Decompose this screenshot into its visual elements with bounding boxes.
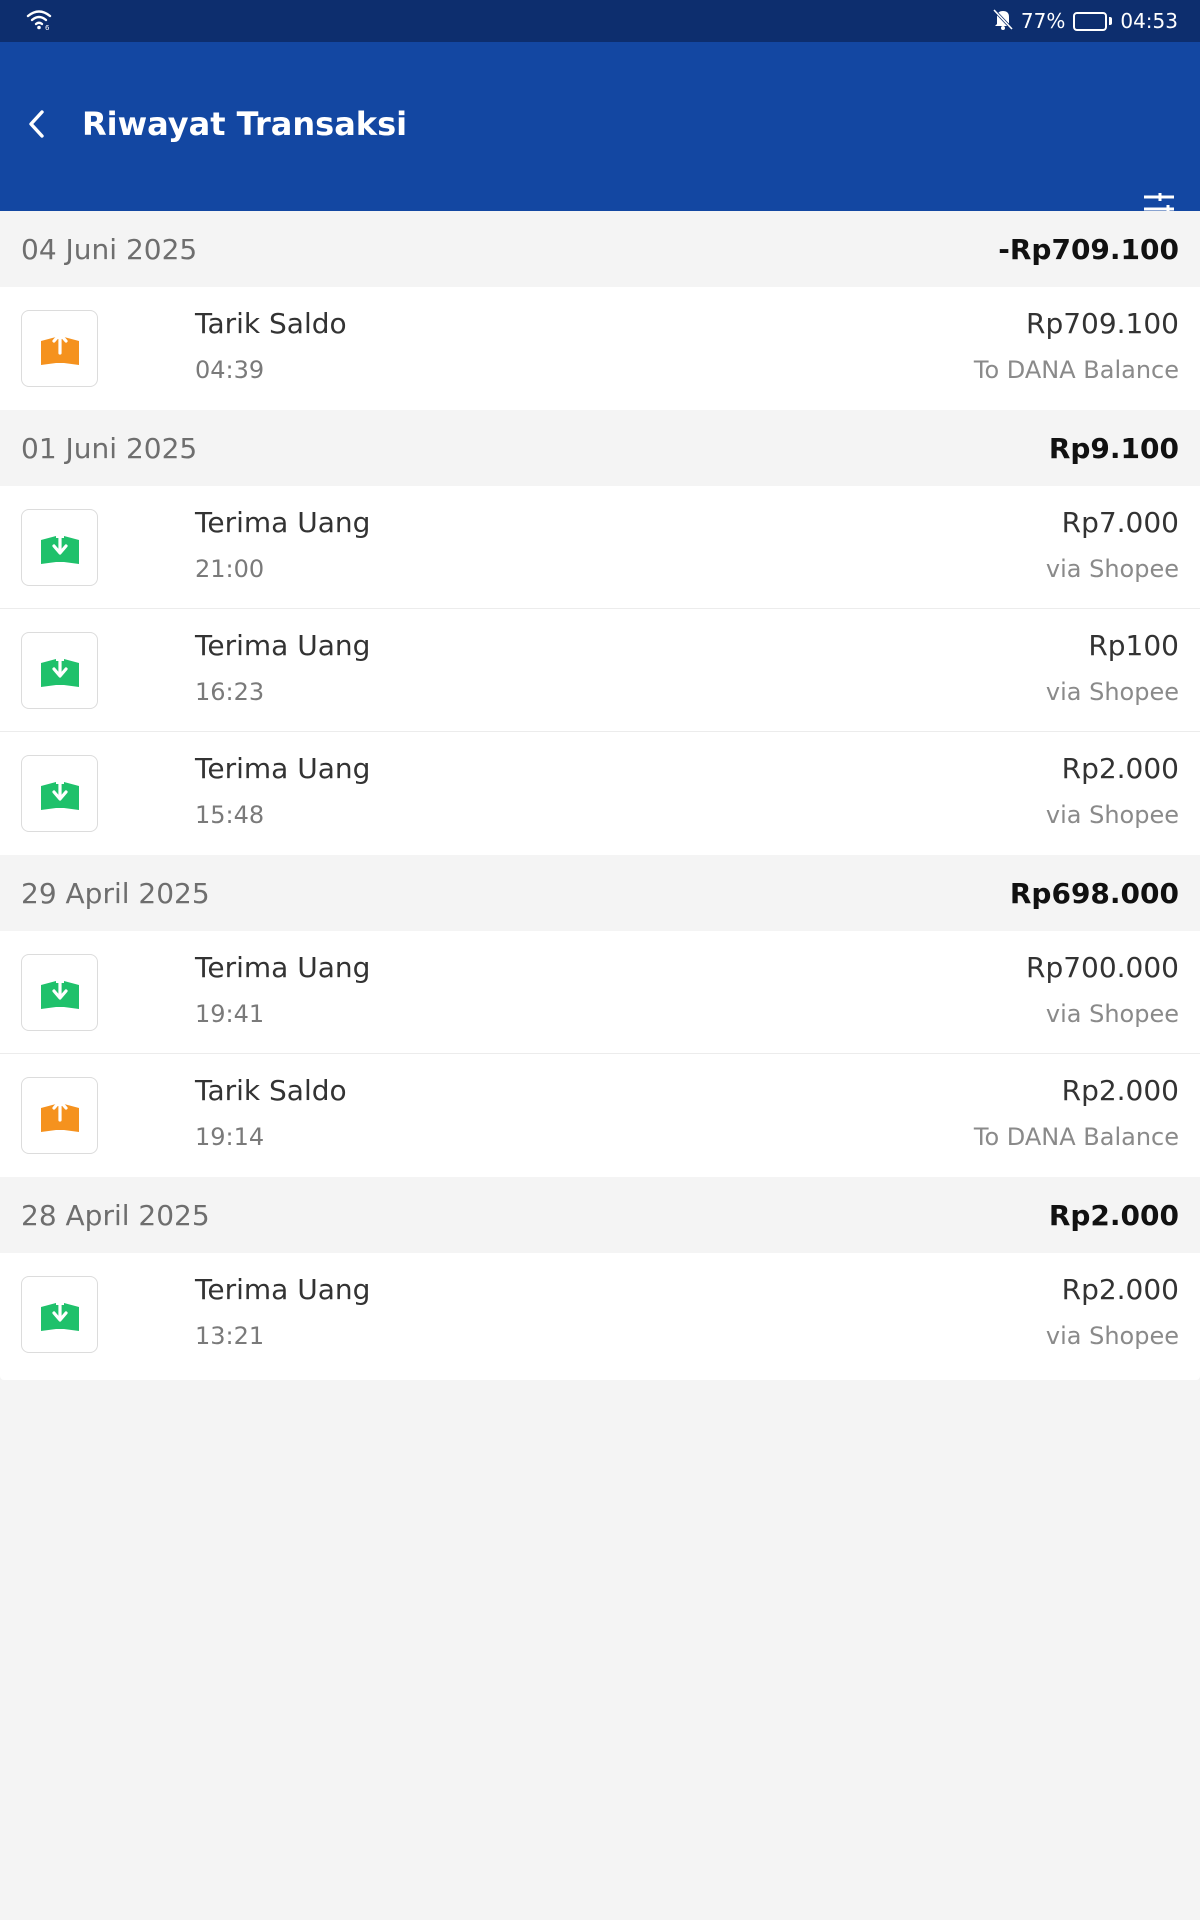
transaction-row[interactable]: Terima Uang 19:41 Rp700.000 via Shopee	[0, 931, 1200, 1054]
transaction-amount: Rp700.000	[1025, 951, 1179, 984]
date-label: 28 April 2025	[21, 1198, 210, 1232]
receive-money-icon	[21, 954, 98, 1031]
date-total: Rp698.000	[1009, 876, 1179, 910]
transaction-title: Terima Uang	[195, 752, 371, 785]
date-group-header: 04 Juni 2025 -Rp709.100	[0, 211, 1200, 287]
date-label: 29 April 2025	[21, 876, 210, 910]
transaction-note: via Shopee	[1045, 1322, 1179, 1350]
date-label: 01 Juni 2025	[21, 431, 198, 465]
transaction-note: via Shopee	[1045, 555, 1179, 583]
transaction-list: 04 Juni 2025 -Rp709.100 Tarik Saldo 04:39 Rp…	[0, 211, 1200, 1380]
transaction-note: via Shopee	[1045, 1000, 1179, 1028]
transaction-title: Terima Uang	[195, 506, 371, 539]
transaction-title: Tarik Saldo	[195, 307, 347, 340]
wifi-icon: 6	[26, 8, 52, 35]
receive-money-icon	[21, 632, 98, 709]
transaction-title: Tarik Saldo	[195, 1074, 347, 1107]
transaction-note: via Shopee	[1045, 678, 1179, 706]
mute-bell-icon	[992, 8, 1013, 35]
transaction-time: 21:00	[195, 555, 265, 583]
receive-money-icon	[21, 1276, 98, 1353]
list-end	[0, 1376, 1200, 1380]
transaction-row[interactable]: Terima Uang 13:21 Rp2.000 via Shopee	[0, 1253, 1200, 1376]
date-total: -Rp709.100	[998, 232, 1179, 266]
withdraw-icon	[21, 310, 98, 387]
transaction-time: 15:48	[195, 801, 265, 829]
transaction-row[interactable]: Tarik Saldo 04:39 Rp709.100 To DANA Balance	[0, 287, 1200, 410]
transaction-title: Terima Uang	[195, 629, 371, 662]
transaction-title: Terima Uang	[195, 1273, 371, 1306]
transaction-note: To DANA Balance	[973, 1123, 1179, 1151]
date-group-header: 29 April 2025 Rp698.000	[0, 855, 1200, 931]
transaction-amount: Rp2.000	[1061, 752, 1179, 785]
transaction-amount: Rp7.000	[1061, 506, 1179, 539]
back-button[interactable]	[20, 102, 54, 146]
transaction-amount: Rp709.100	[1025, 307, 1179, 340]
date-group-header: 28 April 2025 Rp2.000	[0, 1177, 1200, 1253]
transaction-amount: Rp100	[1088, 629, 1179, 662]
clock: 04:53	[1120, 9, 1178, 33]
transaction-time: 04:39	[195, 356, 265, 384]
date-total: Rp2.000	[1048, 1198, 1179, 1232]
date-group-header: 01 Juni 2025 Rp9.100	[0, 410, 1200, 486]
transaction-row[interactable]: Terima Uang 21:00 Rp7.000 via Shopee	[0, 486, 1200, 609]
transaction-time: 19:41	[195, 1000, 265, 1028]
date-total: Rp9.100	[1048, 431, 1179, 465]
transaction-row[interactable]: Terima Uang 16:23 Rp100 via Shopee	[0, 609, 1200, 732]
transaction-time: 13:21	[195, 1322, 265, 1350]
chevron-left-icon	[29, 110, 44, 138]
battery-icon	[1073, 11, 1113, 31]
transaction-amount: Rp2.000	[1061, 1273, 1179, 1306]
transaction-time: 19:14	[195, 1123, 265, 1151]
app-header: Riwayat Transaksi	[0, 42, 1200, 225]
transaction-note: To DANA Balance	[973, 356, 1179, 384]
transaction-title: Terima Uang	[195, 951, 371, 984]
receive-money-icon	[21, 509, 98, 586]
transaction-row[interactable]: Terima Uang 15:48 Rp2.000 via Shopee	[0, 732, 1200, 855]
date-label: 04 Juni 2025	[21, 232, 198, 266]
transaction-time: 16:23	[195, 678, 265, 706]
page-title: Riwayat Transaksi	[82, 105, 408, 143]
transaction-amount: Rp2.000	[1061, 1074, 1179, 1107]
transaction-row[interactable]: Tarik Saldo 19:14 Rp2.000 To DANA Balance	[0, 1054, 1200, 1177]
withdraw-icon	[21, 1077, 98, 1154]
transaction-note: via Shopee	[1045, 801, 1179, 829]
receive-money-icon	[21, 755, 98, 832]
battery-percent: 77%	[1020, 9, 1066, 33]
status-bar: 6 77% 04:53	[0, 0, 1200, 42]
svg-text:6: 6	[45, 24, 50, 30]
